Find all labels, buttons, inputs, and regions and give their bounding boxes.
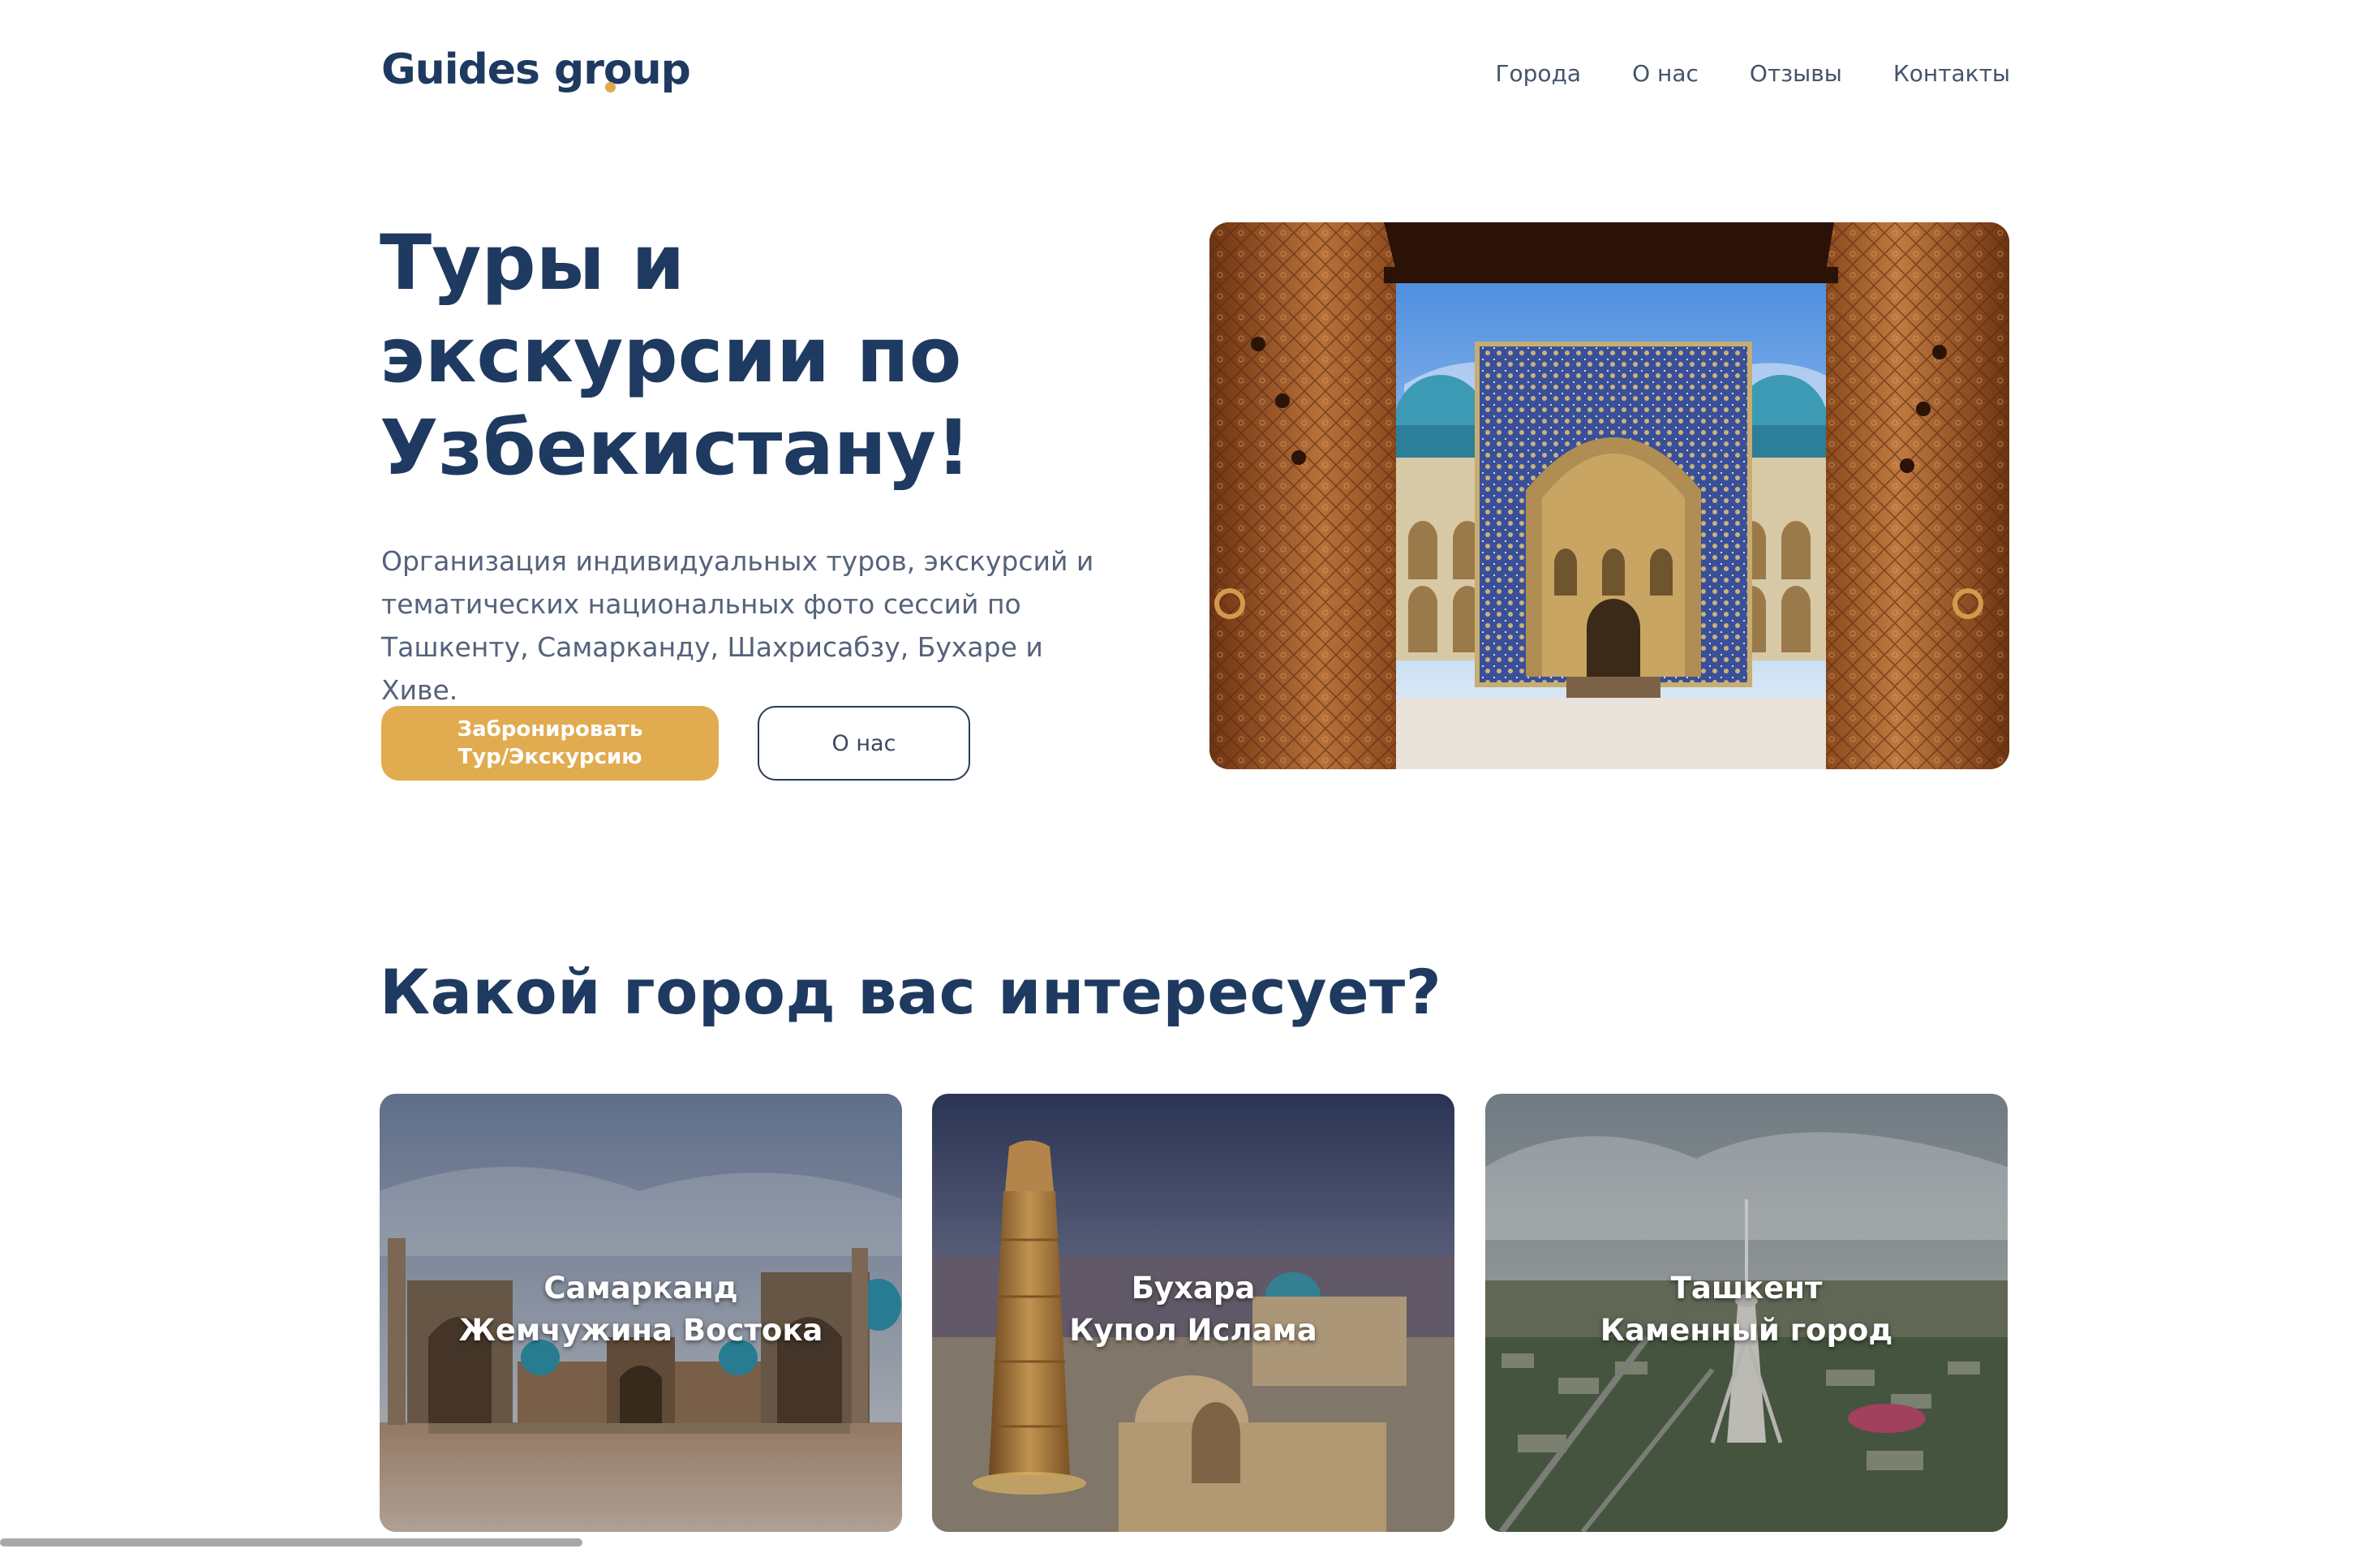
city-card-caption: Ташкент Каменный город — [1485, 1267, 2008, 1352]
city-card-caption: Самарканд Жемчужина Востока — [380, 1267, 902, 1352]
book-tour-button-line: Забронировать — [457, 717, 643, 742]
hero-subtitle-line: Ташкенту, Самарканду, Шахрисабзу, Бухаре… — [381, 631, 1043, 706]
hero-image — [1209, 222, 2009, 769]
city-name: Самарканд — [543, 1271, 738, 1306]
city-tagline: Жемчужина Востока — [458, 1313, 823, 1348]
nav-link-cities[interactable]: Города — [1495, 60, 1581, 87]
logo-word-oup: oup — [603, 45, 691, 94]
hero-subtitle-line: тематических национальных фото сессий по — [381, 588, 1021, 620]
hero-title: Туры и экскурсии по Узбекистану! — [380, 217, 1110, 495]
main-nav: Города О нас Отзывы Контакты — [1495, 60, 2010, 87]
about-us-button[interactable]: О нас — [758, 706, 970, 781]
nav-link-about[interactable]: О нас — [1632, 60, 1699, 87]
logo-word-guides: Guides — [381, 45, 540, 94]
book-tour-button-line: Тур/Экскурсию — [458, 745, 642, 769]
city-card-samarkand[interactable]: Самарканд Жемчужина Востока — [380, 1094, 902, 1532]
nav-link-contacts[interactable]: Контакты — [1893, 60, 2010, 87]
city-card-tashkent[interactable]: Ташкент Каменный город — [1485, 1094, 2008, 1532]
horizontal-scrollbar[interactable] — [0, 1538, 582, 1547]
book-tour-button[interactable]: Забронировать Тур/Экскурсию — [381, 706, 719, 781]
hero-title-line: экскурсии по — [380, 312, 962, 400]
city-name: Ташкент — [1670, 1271, 1823, 1306]
madrasa-doors-illustration — [1209, 222, 2009, 769]
nav-link-reviews[interactable]: Отзывы — [1750, 60, 1842, 87]
city-card-caption: Бухара Купол Ислама — [932, 1267, 1454, 1352]
cities-section-title: Какой город вас интересует? — [380, 956, 1442, 1028]
city-tagline: Купол Ислама — [1069, 1313, 1317, 1348]
logo[interactable]: Guides gr oup — [381, 45, 691, 94]
city-name: Бухара — [1131, 1271, 1256, 1306]
city-card-bukhara[interactable]: Бухара Купол Ислама — [932, 1094, 1454, 1532]
hero-title-line: Туры и — [380, 219, 685, 308]
logo-word-gr: gr — [553, 45, 604, 94]
hero-subtitle: Организация индивидуальных туров, экскур… — [381, 540, 1111, 712]
city-tagline: Каменный город — [1600, 1313, 1893, 1348]
hero-subtitle-line: Организация индивидуальных туров, экскур… — [381, 545, 1094, 577]
hero-title-line: Узбекистану! — [380, 404, 971, 493]
